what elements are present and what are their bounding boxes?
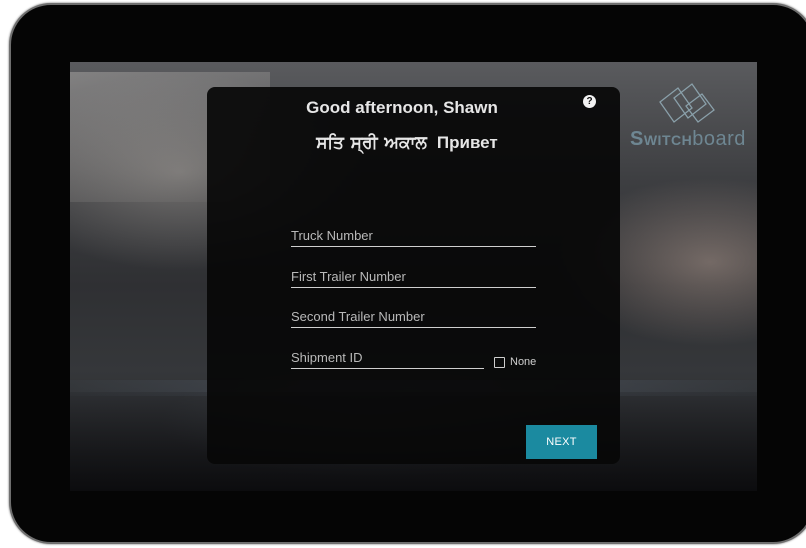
logo-word-light: board (692, 128, 746, 150)
greeting-title: Good afternoon, Shawn (306, 98, 498, 117)
hello-russian: Привет (436, 133, 498, 152)
none-checkbox-label: None (510, 356, 537, 368)
multilingual-hello: ਸਤਿ ਸ੍ਰੀ ਅਕਾਲ Привет (207, 133, 607, 153)
shipment-id-input[interactable] (291, 340, 484, 368)
truck-number-field (291, 218, 536, 247)
truck-number-input[interactable] (291, 218, 536, 246)
logo-word-strong: Switch (630, 128, 693, 150)
none-checkbox-group[interactable]: None (494, 356, 536, 368)
shipment-id-field (291, 340, 484, 369)
first-trailer-number-input[interactable] (291, 259, 536, 287)
logo-mark-icon (659, 83, 715, 123)
switchboard-logo: Switchboard (630, 80, 745, 160)
help-icon[interactable]: ? (583, 95, 596, 108)
logo-wordmark: Switchboard (630, 128, 746, 151)
none-checkbox[interactable] (494, 356, 505, 368)
second-trailer-number-input[interactable] (291, 299, 536, 327)
next-button[interactable]: NEXT (526, 425, 597, 459)
hello-punjabi: ਸਤਿ ਸ੍ਰੀ ਅਕਾਲ (316, 133, 427, 152)
login-panel: Good afternoon, Shawn ਸਤਿ ਸ੍ਰੀ ਅਕਾਲ Приве… (207, 87, 620, 464)
second-trailer-field (291, 299, 536, 328)
first-trailer-field (291, 259, 536, 288)
